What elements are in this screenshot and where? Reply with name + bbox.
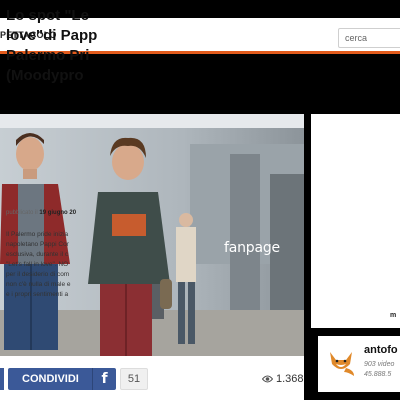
title-line: Palermo Pri [6, 47, 90, 64]
excerpt-line: non c'è nulla di male e [6, 281, 71, 288]
excerpt-line: "Let's fall in love". NO [6, 261, 69, 268]
date-prefix: pubblicato il [6, 210, 38, 216]
article-excerpt: Il Palermo pride inizia napoletano Pappi… [6, 230, 102, 300]
eye-icon [262, 375, 273, 383]
author-card[interactable]: antofo 903 video 45.888.5 [318, 336, 400, 392]
title-line: (Moodypro [6, 67, 84, 84]
fox-avatar-icon [324, 344, 358, 378]
excerpt-line: per il desiderio di com [6, 271, 70, 278]
title-line: love"di Papp [6, 27, 98, 44]
read-more-link[interactable]: m [390, 312, 396, 319]
author-name[interactable]: antofo [364, 344, 398, 356]
share-count: 51 [120, 368, 148, 390]
title-line: Lo spot "Le [6, 7, 89, 24]
excerpt-line: napoletano Pappi Cor [6, 241, 69, 248]
share-button[interactable]: CONDIVIDI f [8, 368, 116, 390]
view-count-value: 1.368 [276, 373, 304, 385]
excerpt-line: e i propri sentimenti a [6, 291, 69, 298]
view-count: 1.368 [262, 373, 304, 385]
excerpt-line: esclusiva, durante il c [6, 251, 69, 258]
date-value: 19 giugno 20 [39, 210, 77, 216]
excerpt-line: Il Palermo pride inizia [6, 231, 69, 238]
facebook-icon: f [92, 368, 116, 390]
fanpage-logo: fanpage [224, 240, 280, 256]
prev-share-tab[interactable] [0, 368, 4, 390]
share-label: CONDIVIDI [22, 373, 79, 385]
article-title[interactable]: Lo spot "Le love"di Papp Palermo Pri (Mo… [6, 6, 126, 86]
author-view-count: 45.888.5 [364, 371, 392, 378]
search-input[interactable]: cerca [338, 28, 400, 48]
article-card [311, 114, 400, 328]
publish-date: pubblicato il 19 giugno 20 [6, 210, 146, 216]
author-video-count: 903 video [364, 361, 395, 368]
author-stats: 903 video 45.888.5 [364, 360, 394, 380]
